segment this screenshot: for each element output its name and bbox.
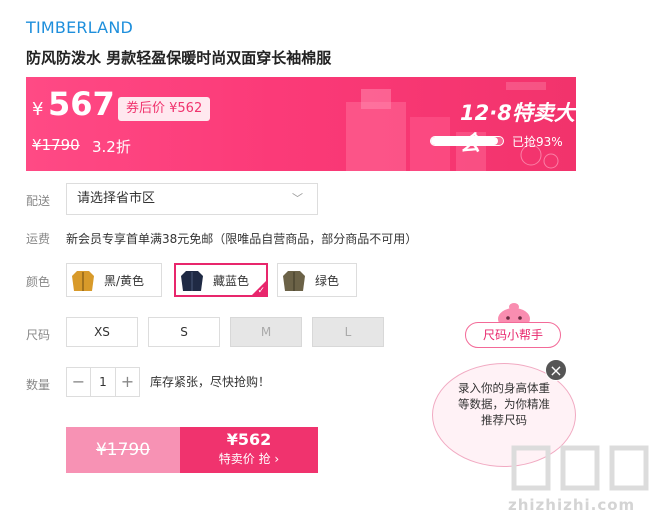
sold-progress-fill xyxy=(431,137,498,145)
size-option-l: L xyxy=(312,317,384,347)
region-select-value: 请选择省市区 xyxy=(77,191,156,206)
sold-progress-bar xyxy=(430,136,504,146)
quantity-input[interactable]: 1 xyxy=(90,368,116,396)
size-option-m: M xyxy=(230,317,302,347)
quantity-stepper: − 1 + xyxy=(66,367,140,397)
color-option-black-yellow[interactable]: 黑/黄色 xyxy=(66,263,162,297)
color-option-label: 黑/黄色 xyxy=(104,273,145,288)
sale-price: 567 xyxy=(48,85,115,123)
chevron-down-icon: ﹀ xyxy=(292,192,303,205)
jacket-thumbnail-black-yellow xyxy=(72,271,94,291)
buy-now-button[interactable]: ¥562 特卖价 抢 › xyxy=(180,427,318,473)
currency-symbol: ¥ xyxy=(32,99,44,120)
original-price-button[interactable]: ¥1790 xyxy=(66,427,180,473)
color-option-green[interactable]: 绿色 xyxy=(277,263,357,297)
quantity-minus-button[interactable]: − xyxy=(67,368,90,396)
buy-label: 特卖价 抢 › xyxy=(218,452,280,466)
color-option-label: 绿色 xyxy=(315,273,340,288)
delivery-label: 配送 xyxy=(26,194,51,208)
stock-warning: 库存紧张，尽快抢购！ xyxy=(150,375,271,389)
size-option-xs[interactable]: XS xyxy=(66,317,138,347)
quantity-plus-button[interactable]: + xyxy=(116,368,139,396)
check-icon: ✓ xyxy=(257,286,265,296)
freight-label: 运费 xyxy=(26,232,51,246)
size-helper-button[interactable]: 尺码小帮手 xyxy=(465,322,561,348)
product-title: 防风防泼水 男款轻盈保暖时尚双面穿长袖棉服 xyxy=(26,49,332,67)
color-label: 颜色 xyxy=(26,275,51,289)
color-option-label: 藏蓝色 xyxy=(213,273,250,288)
size-option-s[interactable]: S xyxy=(148,317,220,347)
price-banner: ¥ 567 券后价 ¥562 ¥1790 3.2折 12·8特卖大会 已抢93% xyxy=(26,77,576,171)
color-option-navy[interactable]: 藏蓝色 ✓ xyxy=(174,263,268,297)
jacket-thumbnail-green xyxy=(283,271,305,291)
discount-rate: 3.2折 xyxy=(92,138,131,156)
buy-price: ¥562 xyxy=(226,430,272,449)
brand-name[interactable]: TIMBERLAND xyxy=(26,18,133,37)
quantity-label: 数量 xyxy=(26,378,51,392)
original-price: ¥1790 xyxy=(32,136,80,154)
watermark-text: zhizhizhi.com xyxy=(508,496,636,514)
jacket-thumbnail-navy xyxy=(181,271,203,291)
region-select[interactable]: 请选择省市区 ﹀ xyxy=(66,183,318,215)
size-helper-message: 录入你的身高体重等数据，为你精准推荐尺码 xyxy=(458,381,550,427)
sold-progress-text: 已抢93% xyxy=(512,135,563,149)
close-icon[interactable]: × xyxy=(545,359,567,381)
size-label: 尺码 xyxy=(26,328,51,342)
freight-info: 新会员专享首单满38元免邮（限唯品自营商品，部分商品不可用） xyxy=(66,232,418,246)
coupon-price-badge: 券后价 ¥562 xyxy=(118,97,211,121)
